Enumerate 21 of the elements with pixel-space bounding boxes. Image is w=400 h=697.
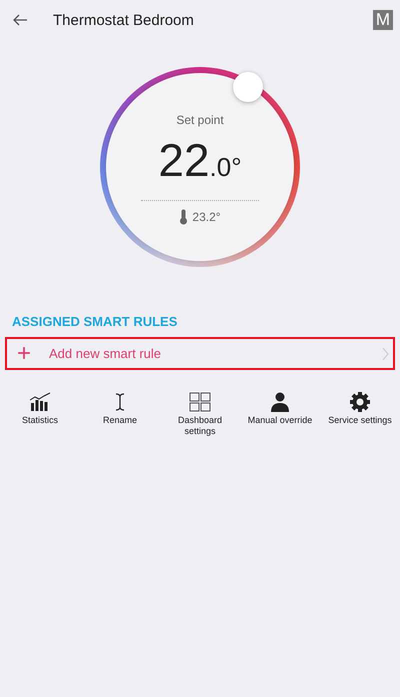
grid-icon bbox=[189, 392, 211, 412]
person-icon bbox=[270, 392, 290, 412]
setpoint-value: 22.0° bbox=[158, 135, 242, 188]
setpoint-label: Set point bbox=[176, 113, 224, 127]
page-title: Thermostat Bedroom bbox=[53, 12, 195, 28]
section-title: ASSIGNED SMART RULES bbox=[12, 314, 178, 329]
add-rule-row[interactable]: + Add new smart rule bbox=[5, 337, 395, 370]
dial-ring[interactable]: Set point 22.0° 23.2° bbox=[100, 67, 300, 267]
action-button[interactable]: Service settings bbox=[320, 392, 400, 437]
text-cursor-icon bbox=[115, 392, 125, 412]
action-button[interactable]: Dashboard settings bbox=[160, 392, 240, 437]
action-button[interactable]: Rename bbox=[80, 392, 160, 437]
plus-icon: + bbox=[17, 342, 49, 366]
thermometer-icon bbox=[179, 209, 188, 225]
gear-icon bbox=[350, 392, 370, 412]
action-button[interactable]: Statistics bbox=[0, 392, 80, 437]
logo-badge: M bbox=[373, 10, 393, 30]
action-button[interactable]: Manual override bbox=[240, 392, 320, 437]
current-temperature: 23.2° bbox=[192, 210, 221, 224]
chart-icon bbox=[29, 392, 51, 412]
chevron-icon bbox=[382, 346, 389, 360]
